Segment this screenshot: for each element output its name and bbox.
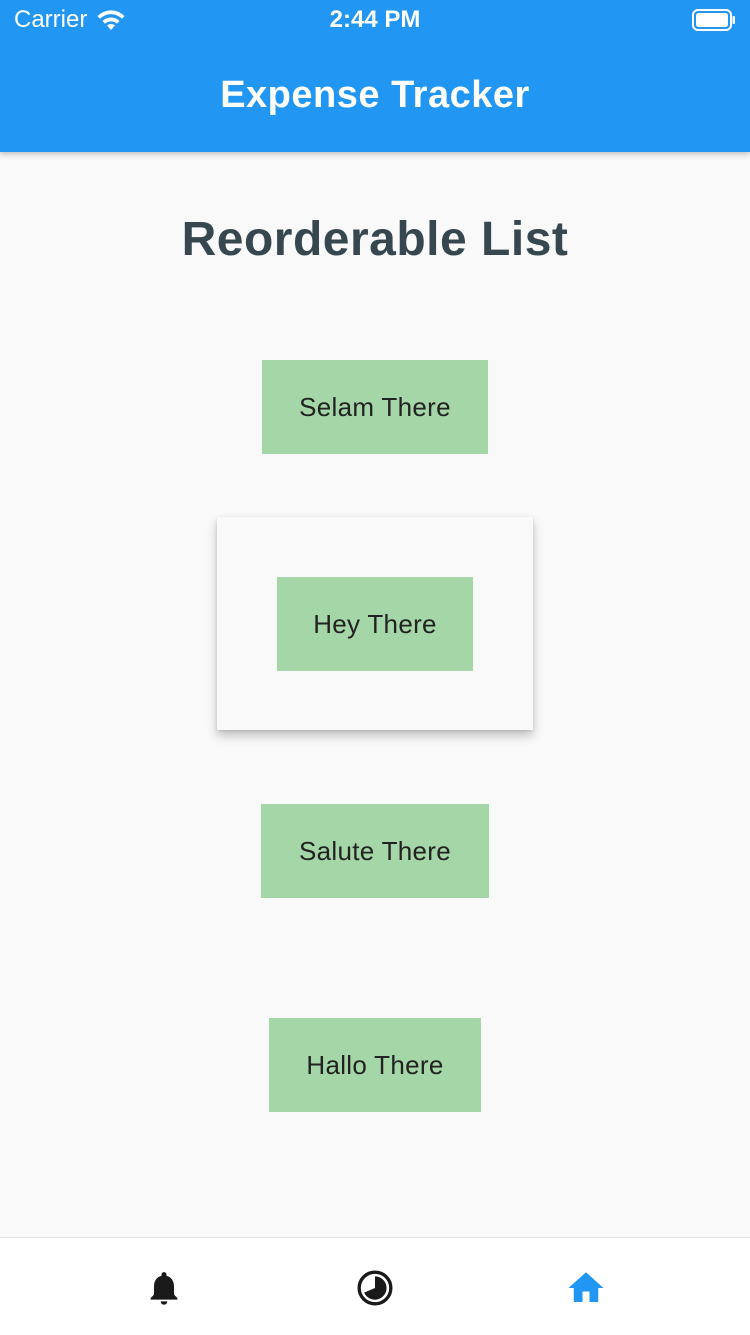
- pie-chart-icon: [357, 1270, 393, 1306]
- page-heading: Reorderable List: [181, 213, 569, 266]
- list-item[interactable]: Hey There: [277, 577, 473, 671]
- main-content: Reorderable List Selam There Hey There S…: [0, 152, 750, 1237]
- list-item[interactable]: Hallo There: [269, 1018, 481, 1112]
- battery-icon: [692, 9, 735, 31]
- nav-home-button[interactable]: [558, 1260, 614, 1316]
- app-title: Expense Tracker: [220, 74, 530, 116]
- bottom-navigation: [0, 1237, 750, 1335]
- bell-icon: [150, 1272, 178, 1305]
- nav-notifications-button[interactable]: [136, 1260, 192, 1316]
- status-time: 2:44 PM: [329, 6, 421, 33]
- status-bar: Carrier 2:44 PM: [0, 0, 750, 40]
- home-icon: [568, 1272, 604, 1302]
- dragging-list-item[interactable]: Hey There: [217, 517, 533, 730]
- app-bar: Carrier 2:44 PM Expense Tracker: [0, 0, 750, 152]
- list-item-label: Salute There: [299, 835, 451, 866]
- list-item-label: Selam There: [299, 391, 451, 422]
- list-item-label: Hey There: [313, 608, 437, 639]
- list-item-label: Hallo There: [306, 1049, 444, 1080]
- list-item[interactable]: Selam There: [262, 360, 488, 454]
- nav-stats-button[interactable]: [347, 1260, 403, 1316]
- list-item[interactable]: Salute There: [261, 804, 489, 898]
